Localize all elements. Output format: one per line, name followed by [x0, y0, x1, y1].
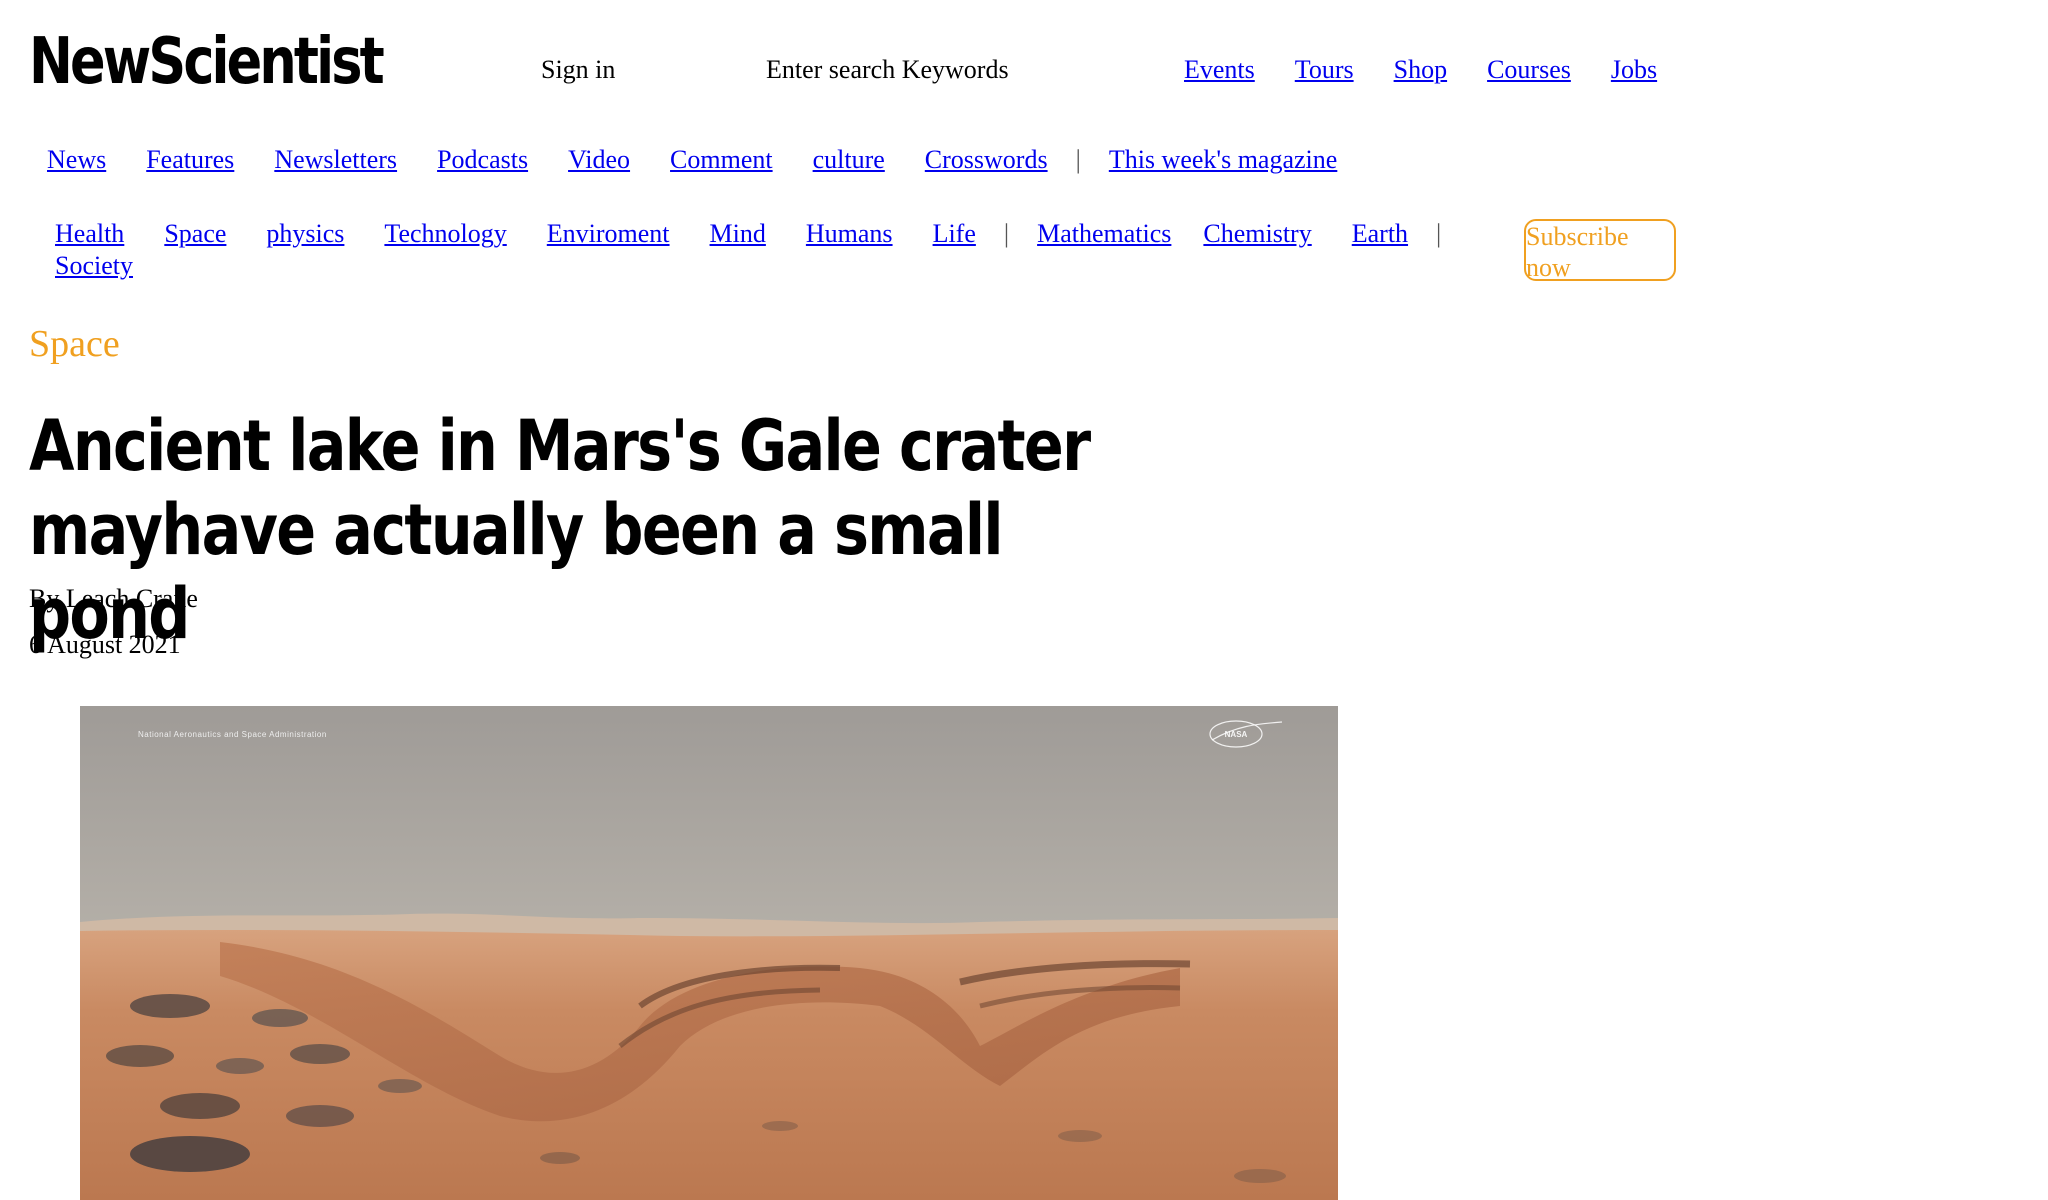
image-credit: National Aeronautics and Space Administr…	[138, 730, 327, 739]
jobs-link[interactable]: Jobs	[1611, 55, 1657, 85]
top-links: Events Tours Shop Courses Jobs	[1184, 55, 1697, 85]
section-mathematics[interactable]: Mathematics	[1037, 218, 1171, 250]
section-separator: |	[1003, 219, 1010, 248]
nav-separator: |	[1075, 145, 1081, 174]
section-life[interactable]: Life	[933, 218, 976, 250]
section-space[interactable]: Space	[164, 218, 226, 250]
search-input[interactable]	[766, 55, 1066, 85]
site-logo[interactable]: NewScientist	[29, 30, 385, 94]
nav-video[interactable]: Video	[568, 145, 630, 175]
nav-crosswords[interactable]: Crosswords	[925, 145, 1048, 175]
nav-newsletters[interactable]: Newsletters	[274, 145, 397, 175]
section-chemistry[interactable]: Chemistry	[1203, 218, 1311, 250]
section-earth[interactable]: Earth	[1352, 218, 1408, 250]
hero-image: National Aeronautics and Space Administr…	[80, 706, 1338, 1200]
section-separator-2: |	[1436, 219, 1442, 248]
article-date: 6 August 2021	[29, 630, 181, 659]
nav-culture[interactable]: culture	[813, 145, 885, 175]
nav-comment[interactable]: Comment	[670, 145, 773, 175]
section-physics[interactable]: physics	[266, 218, 344, 250]
article-byline: By Leach Crane	[29, 584, 198, 613]
section-health[interactable]: Health	[55, 218, 124, 250]
main-nav: News Features Newsletters Podcasts Video…	[47, 145, 1377, 175]
article-headline: Ancient lake in Mars's Gale crater mayha…	[29, 405, 1091, 655]
events-link[interactable]: Events	[1184, 55, 1255, 85]
nav-podcasts[interactable]: Podcasts	[437, 145, 528, 175]
nav-news[interactable]: News	[47, 145, 106, 175]
mars-landscape-image	[80, 706, 1338, 1200]
nav-this-weeks-magazine[interactable]: This week's magazine	[1109, 145, 1338, 175]
article-section-label[interactable]: Space	[29, 322, 120, 366]
page: NewScientist Sign in Events Tours Shop C…	[0, 0, 2048, 1200]
subscribe-button[interactable]: Subscribe now	[1524, 219, 1676, 282]
nasa-logo-text: NASA	[1225, 730, 1248, 739]
section-enviroment[interactable]: Enviroment	[547, 218, 670, 250]
section-society[interactable]: Society	[55, 251, 133, 280]
nasa-logo-icon: NASA	[1209, 720, 1283, 748]
sign-in-link[interactable]: Sign in	[541, 55, 615, 85]
section-humans[interactable]: Humans	[806, 218, 893, 250]
nav-features[interactable]: Features	[146, 145, 234, 175]
section-mind[interactable]: Mind	[710, 218, 766, 250]
tours-link[interactable]: Tours	[1295, 55, 1354, 85]
courses-link[interactable]: Courses	[1487, 55, 1571, 85]
section-nav: Health Space physics Technology Envirome…	[55, 218, 1495, 282]
section-technology[interactable]: Technology	[384, 218, 506, 250]
shop-link[interactable]: Shop	[1394, 55, 1447, 85]
